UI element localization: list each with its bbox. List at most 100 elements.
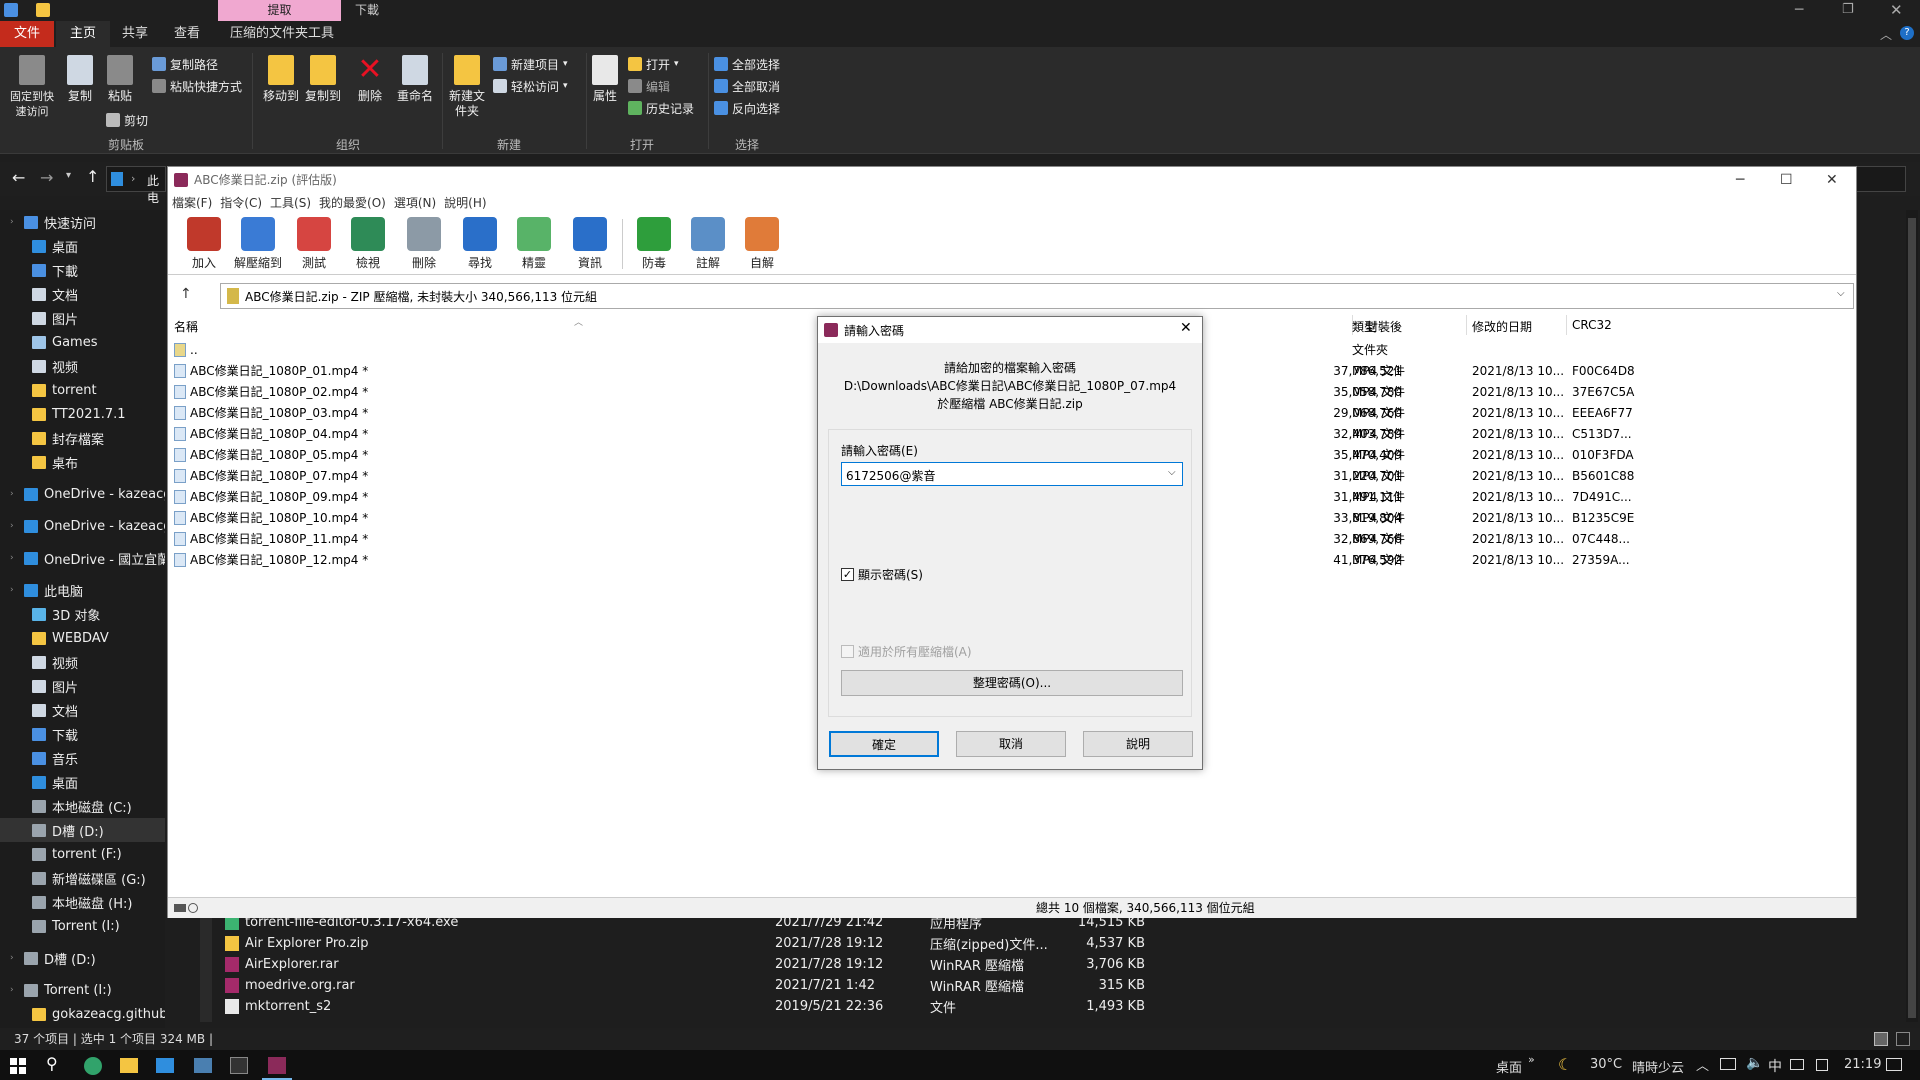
help-button[interactable]: 說明 (1083, 731, 1193, 757)
menu-item[interactable]: 指令(C) (216, 193, 266, 213)
sidebar-item[interactable]: 本地磁盘 (C:) (0, 794, 165, 818)
history-button[interactable]: 历史记录 (628, 97, 694, 119)
show-password-option[interactable]: ✓ 顯示密碼(S) (841, 566, 923, 583)
column-crc32[interactable]: CRC32 (1572, 318, 1612, 332)
command-prompt-icon[interactable] (230, 1057, 248, 1074)
help-icon[interactable]: ? (1900, 26, 1914, 40)
delete-button[interactable]: ✕ 删除 (352, 55, 388, 104)
expand-chevron-icon[interactable]: › (10, 953, 14, 963)
expand-chevron-icon[interactable]: › (10, 489, 14, 499)
minimize-icon[interactable]: ─ (1736, 167, 1744, 193)
mail-icon[interactable] (156, 1058, 174, 1073)
list-item[interactable]: AirExplorer.rar 2021/7/28 19:12 WinRAR 壓縮檔… (225, 954, 1275, 975)
sidebar-item[interactable]: Games (0, 330, 165, 354)
menu-item[interactable]: 工具(S) (266, 193, 315, 213)
sidebar-item[interactable]: 桌面 (0, 234, 165, 258)
checkbox-checked-icon[interactable]: ✓ (841, 568, 854, 581)
properties-button[interactable]: 属性 (590, 55, 620, 104)
password-input[interactable]: 6172506@紫音 ⌵ (841, 462, 1183, 486)
sidebar-item[interactable]: 下載 (0, 258, 165, 282)
open-button[interactable]: 打开 ▾ (628, 53, 694, 75)
sidebar-item[interactable]: 3D 对象 (0, 602, 165, 626)
file-explorer-icon[interactable] (120, 1058, 138, 1073)
chevron-down-icon[interactable]: ⌵ (1837, 288, 1845, 299)
invert-selection-button[interactable]: 反向选择 (714, 97, 780, 119)
scrollbar-thumb[interactable] (1908, 218, 1916, 1018)
restore-icon[interactable]: ❐ (1842, 2, 1854, 17)
toolbar-button[interactable]: 刪除 (398, 217, 450, 271)
select-none-button[interactable]: 全部取消 (714, 75, 780, 97)
sidebar-item[interactable]: 文档 (0, 282, 165, 306)
sidebar-item[interactable]: 桌面 (0, 770, 165, 794)
easy-access-button[interactable]: 轻松访问 ▾ (493, 75, 568, 97)
explorer-vertical-scrollbar[interactable] (1906, 210, 1918, 1022)
organize-passwords-button[interactable]: 整理密碼(O)... (841, 670, 1183, 696)
copy-to-button[interactable]: 复制到 (302, 55, 344, 104)
quick-access-folder-icon[interactable] (36, 3, 50, 17)
tab-view[interactable]: 查看 (160, 21, 214, 47)
recent-chevron-down-icon[interactable]: ▾ (66, 170, 71, 181)
sidebar-item[interactable]: › Torrent (I:) (0, 978, 165, 1002)
notification-center-icon[interactable] (1886, 1058, 1902, 1071)
tab-file[interactable]: 文件 (0, 21, 55, 47)
menu-item[interactable]: 我的最愛(O) (315, 193, 390, 213)
onscreen-keyboard-icon[interactable] (1816, 1059, 1828, 1071)
sidebar-item[interactable]: › D槽 (D:) (0, 946, 165, 970)
up-one-level-icon[interactable]: ↑ (180, 286, 192, 302)
edit-button[interactable]: 编辑 (628, 75, 694, 97)
select-all-button[interactable]: 全部选择 (714, 53, 780, 75)
sidebar-item[interactable]: 文档 (0, 698, 165, 722)
copy-path-button[interactable]: 复制路径 (152, 53, 242, 75)
column-divider[interactable] (1566, 315, 1567, 335)
sidebar-item[interactable]: › 此电脑 (0, 578, 165, 602)
ok-button[interactable]: 確定 (829, 731, 939, 757)
show-hidden-icons-chevron[interactable]: ︿ (1696, 1055, 1709, 1074)
toolbar-button[interactable]: 測試 (288, 217, 340, 271)
sidebar-item[interactable]: 桌布 (0, 450, 165, 474)
dialog-close-icon[interactable]: ✕ (1180, 320, 1192, 336)
sidebar-item[interactable]: 封存檔案 (0, 426, 165, 450)
terminal-app-icon[interactable] (194, 1058, 212, 1073)
menu-item[interactable]: 說明(H) (440, 193, 490, 213)
up-arrow-icon[interactable]: ↑ (86, 167, 99, 186)
sidebar-item[interactable]: 图片 (0, 674, 165, 698)
close-icon[interactable]: ✕ (1890, 1, 1903, 19)
volume-icon[interactable]: 🔈 (1746, 1055, 1763, 1071)
chevron-down-icon[interactable]: ⌵ (1168, 467, 1176, 478)
new-item-button[interactable]: 新建项目 ▾ (493, 53, 568, 75)
sidebar-item[interactable]: 视频 (0, 354, 165, 378)
toolbar-button[interactable]: 精靈 (508, 217, 560, 271)
rename-button[interactable]: 重命名 (393, 55, 437, 104)
details-view-icon[interactable] (1874, 1032, 1888, 1046)
tab-home[interactable]: 主页 (56, 21, 111, 47)
start-windows-icon[interactable] (10, 1058, 26, 1074)
ime-indicator[interactable]: 中 (1768, 1056, 1782, 1076)
winrar-taskbar-icon[interactable] (268, 1057, 286, 1074)
toolbar-button[interactable]: 防毒 (628, 217, 680, 271)
column-modified[interactable]: 修改的日期 (1472, 318, 1532, 335)
sidebar-item[interactable]: D槽 (D:) (0, 818, 165, 842)
expand-chevron-icon[interactable]: › (10, 521, 14, 531)
sidebar-item[interactable]: 音乐 (0, 746, 165, 770)
archive-path-box[interactable]: ABC修業日記.zip - ZIP 壓縮檔, 未封裝大小 340,566,113… (220, 283, 1854, 309)
move-to-button[interactable]: 移动到 (260, 55, 302, 104)
list-item[interactable]: mktorrent_s2 2019/5/21 22:36 文件 1,493 KB (225, 996, 1275, 1017)
apply-all-option[interactable]: 適用於所有壓縮檔(A) (841, 643, 972, 660)
menu-item[interactable]: 選項(N) (390, 193, 440, 213)
keyboard-icon[interactable] (1790, 1059, 1804, 1070)
weather-temperature[interactable]: 30°C (1590, 1057, 1622, 1072)
sidebar-item[interactable]: 图片 (0, 306, 165, 330)
list-item[interactable]: Air Explorer Pro.zip 2021/7/28 19:12 压缩(zi… (225, 933, 1275, 954)
sidebar-item[interactable]: 本地磁盘 (H:) (0, 890, 165, 914)
toolbar-button[interactable]: 尋找 (454, 217, 506, 271)
toolbar-chevron-icon[interactable]: » (1528, 1053, 1535, 1066)
sidebar-item[interactable]: torrent (0, 378, 165, 402)
sidebar-item[interactable]: › OneDrive - 國立宜蘭大 (0, 546, 165, 570)
navigation-pane-scrollbar[interactable] (200, 912, 212, 1022)
maximize-icon[interactable]: ☐ (1780, 167, 1793, 193)
column-name[interactable]: 名稱 (174, 318, 198, 335)
tab-share[interactable]: 共享 (108, 21, 162, 47)
context-tab-download[interactable]: 下載 (341, 0, 393, 21)
expand-chevron-icon[interactable]: › (10, 217, 14, 227)
context-tab-extract[interactable]: 提取 (218, 0, 341, 21)
